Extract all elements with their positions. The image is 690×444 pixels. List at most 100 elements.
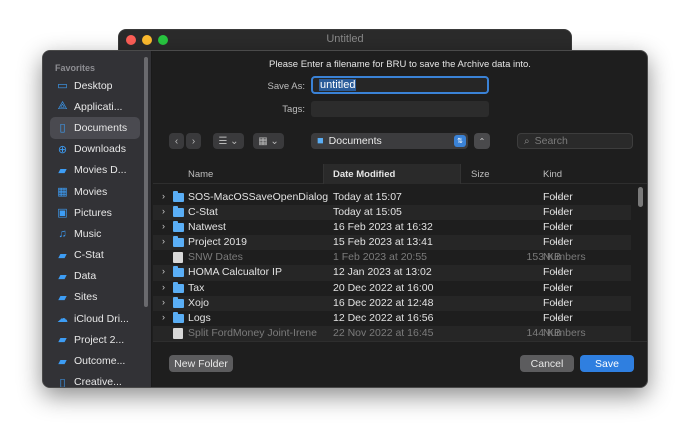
folder-icon: ▰ xyxy=(58,249,67,262)
bottom-bar: New Folder Cancel Save xyxy=(153,341,647,387)
location-label: Documents xyxy=(328,135,382,147)
sidebar-item-label: Documents xyxy=(74,121,128,134)
folder-icon: ▰ xyxy=(58,270,67,283)
sidebar-scrollbar[interactable] xyxy=(144,57,148,307)
table-row[interactable]: › HOMA Calcualtor IP 12 Jan 2023 at 13:02-… xyxy=(153,265,631,281)
sidebar-item-outcome[interactable]: ▰ Outcome... xyxy=(50,350,140,371)
file-date-modified: 12 Dec 2022 at 16:56 xyxy=(333,311,434,324)
save-button[interactable]: Save xyxy=(580,355,634,372)
spreadsheet-icon xyxy=(173,252,183,264)
table-row[interactable]: › Logs 12 Dec 2022 at 16:56 -- Folder xyxy=(153,311,631,326)
disclosure-chevron-icon[interactable]: › xyxy=(162,297,165,307)
desktop-icon: ▭ xyxy=(57,80,68,93)
disclosure-chevron-icon[interactable]: › xyxy=(162,206,165,216)
sidebar-item-desktop[interactable]: ▭ Desktop xyxy=(50,75,140,96)
file-name: Tax xyxy=(188,281,205,294)
file-kind: Folder xyxy=(543,296,573,309)
folder-icon: ▰ xyxy=(58,355,67,368)
sidebar-item-project-2[interactable]: ▰ Project 2... xyxy=(50,329,140,350)
folder-icon: ▰ xyxy=(58,164,67,177)
table-row[interactable]: › Tax 20 Dec 2022 at 16:00 -- Folder xyxy=(153,281,631,296)
file-date-modified: 20 Dec 2022 at 16:00 xyxy=(333,281,434,294)
table-row[interactable]: › Project 2019 15 Feb 2023 at 13:41 -- Folde… xyxy=(153,235,631,251)
folder-icon: ▰ xyxy=(58,334,67,347)
table-row[interactable]: › SOS-MacOSSaveOpenDialog Today at 15:07 --… xyxy=(153,190,631,205)
sidebar-item-label: Applicati... xyxy=(74,100,123,113)
file-date-modified: Today at 15:07 xyxy=(333,191,402,203)
sidebar-item-icloud-dri[interactable]: ☁ iCloud Dri... xyxy=(50,308,140,329)
table-row[interactable]: › C-Stat Today at 15:05 -- Folder xyxy=(153,205,631,221)
save-as-field[interactable]: untitled xyxy=(311,76,489,94)
disclosure-chevron-icon[interactable]: › xyxy=(162,221,165,231)
sidebar-item-data[interactable]: ▰ Data xyxy=(50,266,140,287)
forward-button[interactable]: › xyxy=(186,133,201,149)
sidebar-item-creative[interactable]: ▯ Creative... xyxy=(50,372,140,388)
dialog-prompt: Please Enter a filename for BRU to save … xyxy=(269,59,531,70)
file-date-modified: 16 Feb 2023 at 16:32 xyxy=(333,221,433,234)
sidebar-item-sites[interactable]: ▰ Sites xyxy=(50,287,140,308)
sidebar-item-c-stat[interactable]: ▰ C-Stat xyxy=(50,245,140,266)
tags-field[interactable] xyxy=(311,101,489,117)
grid-view-button[interactable]: ▦ ⌄ xyxy=(253,133,284,149)
music-icon: ♫ xyxy=(58,227,67,240)
sidebar-item-movies-d[interactable]: ▰ Movies D... xyxy=(50,160,140,181)
window-title: Untitled xyxy=(326,33,364,45)
disclosure-chevron-icon[interactable]: › xyxy=(162,282,165,292)
column-size[interactable]: Size xyxy=(471,169,489,180)
column-date-modified[interactable]: Date Modified xyxy=(333,169,395,180)
sidebar-list: ▭ Desktop ⟁ Applicati... ▯ Documents ⊕ Download… xyxy=(50,75,140,388)
folder-icon xyxy=(173,206,184,218)
file-name: Natwest xyxy=(188,221,226,234)
list-view-button[interactable]: ☰ ⌄ xyxy=(213,133,244,149)
column-kind[interactable]: Kind xyxy=(543,169,562,180)
sidebar-item-label: iCloud Dri... xyxy=(74,312,129,325)
chevron-left-icon: ‹ xyxy=(174,135,179,147)
file-name: SOS-MacOSSaveOpenDialog xyxy=(188,191,329,203)
back-button[interactable]: ‹ xyxy=(169,133,184,149)
sidebar-item-music[interactable]: ♫ Music xyxy=(50,223,140,244)
disclosure-chevron-icon[interactable]: › xyxy=(162,266,165,276)
folder-icon: ▰ xyxy=(58,291,67,304)
sidebar-item-downloads[interactable]: ⊕ Downloads xyxy=(50,139,140,160)
list-icon: ☰ ⌄ xyxy=(218,135,239,147)
sidebar-item-pictures[interactable]: ▣ Pictures xyxy=(50,202,140,223)
disclosure-chevron-icon[interactable]: › xyxy=(162,236,165,246)
folder-icon: ■ xyxy=(317,135,324,147)
file-kind: Folder xyxy=(543,311,573,324)
sidebar-item-documents[interactable]: ▯ Documents xyxy=(50,117,140,139)
file-list-scrollbar[interactable] xyxy=(638,187,643,207)
table-row[interactable]: Split FordMoney Joint-Irene 22 Nov 2022 a… xyxy=(153,325,631,341)
location-popup[interactable]: ■ Documents ⇅ xyxy=(311,133,468,149)
sidebar-section-title: Favorites xyxy=(55,63,96,73)
film-icon: ▦ xyxy=(57,186,68,199)
file-kind: Folder xyxy=(543,236,573,249)
column-name[interactable]: Name xyxy=(188,169,213,180)
file-kind: Folder xyxy=(543,191,573,203)
folder-icon xyxy=(173,221,184,233)
disclosure-chevron-icon[interactable]: › xyxy=(162,312,165,322)
sidebar-item-label: Creative... xyxy=(74,376,122,388)
file-list: › SOS-MacOSSaveOpenDialog Today at 15:07 --… xyxy=(153,190,631,341)
sidebar-item-applicati[interactable]: ⟁ Applicati... xyxy=(50,96,140,117)
new-folder-button[interactable]: New Folder xyxy=(169,355,233,372)
sidebar-item-label: Music xyxy=(74,227,102,240)
search-field[interactable]: ⌕ Search xyxy=(517,133,633,149)
file-date-modified: 22 Nov 2022 at 16:45 xyxy=(333,326,434,339)
collapse-button[interactable]: ⌃ xyxy=(474,133,490,149)
document-icon: ▯ xyxy=(59,122,66,135)
cancel-button[interactable]: Cancel xyxy=(520,355,574,372)
photo-icon: ▣ xyxy=(57,207,68,220)
sidebar-item-label: C-Stat xyxy=(74,249,104,262)
sidebar-item-movies[interactable]: ▦ Movies xyxy=(50,181,140,202)
file-name: Project 2019 xyxy=(188,236,247,249)
disclosure-chevron-icon[interactable]: › xyxy=(162,191,165,201)
chevron-right-icon: › xyxy=(191,135,196,147)
table-row[interactable]: › Natwest 16 Feb 2023 at 16:32 -- Folder xyxy=(153,220,631,235)
table-row[interactable]: › Xojo 16 Dec 2022 at 12:48 -- Folder xyxy=(153,295,631,311)
save-as-label: Save As: xyxy=(267,81,306,92)
file-name: Xojo xyxy=(188,296,210,309)
save-dialog: Favorites ▭ Desktop ⟁ Applicati... ▯ Document… xyxy=(42,50,648,388)
table-row[interactable]: SNW Dates 1 Feb 2023 at 20:55 153 KB Number… xyxy=(153,250,631,265)
file-name: HOMA Calcualtor IP xyxy=(188,266,282,279)
sidebar-item-label: Sites xyxy=(74,291,98,304)
